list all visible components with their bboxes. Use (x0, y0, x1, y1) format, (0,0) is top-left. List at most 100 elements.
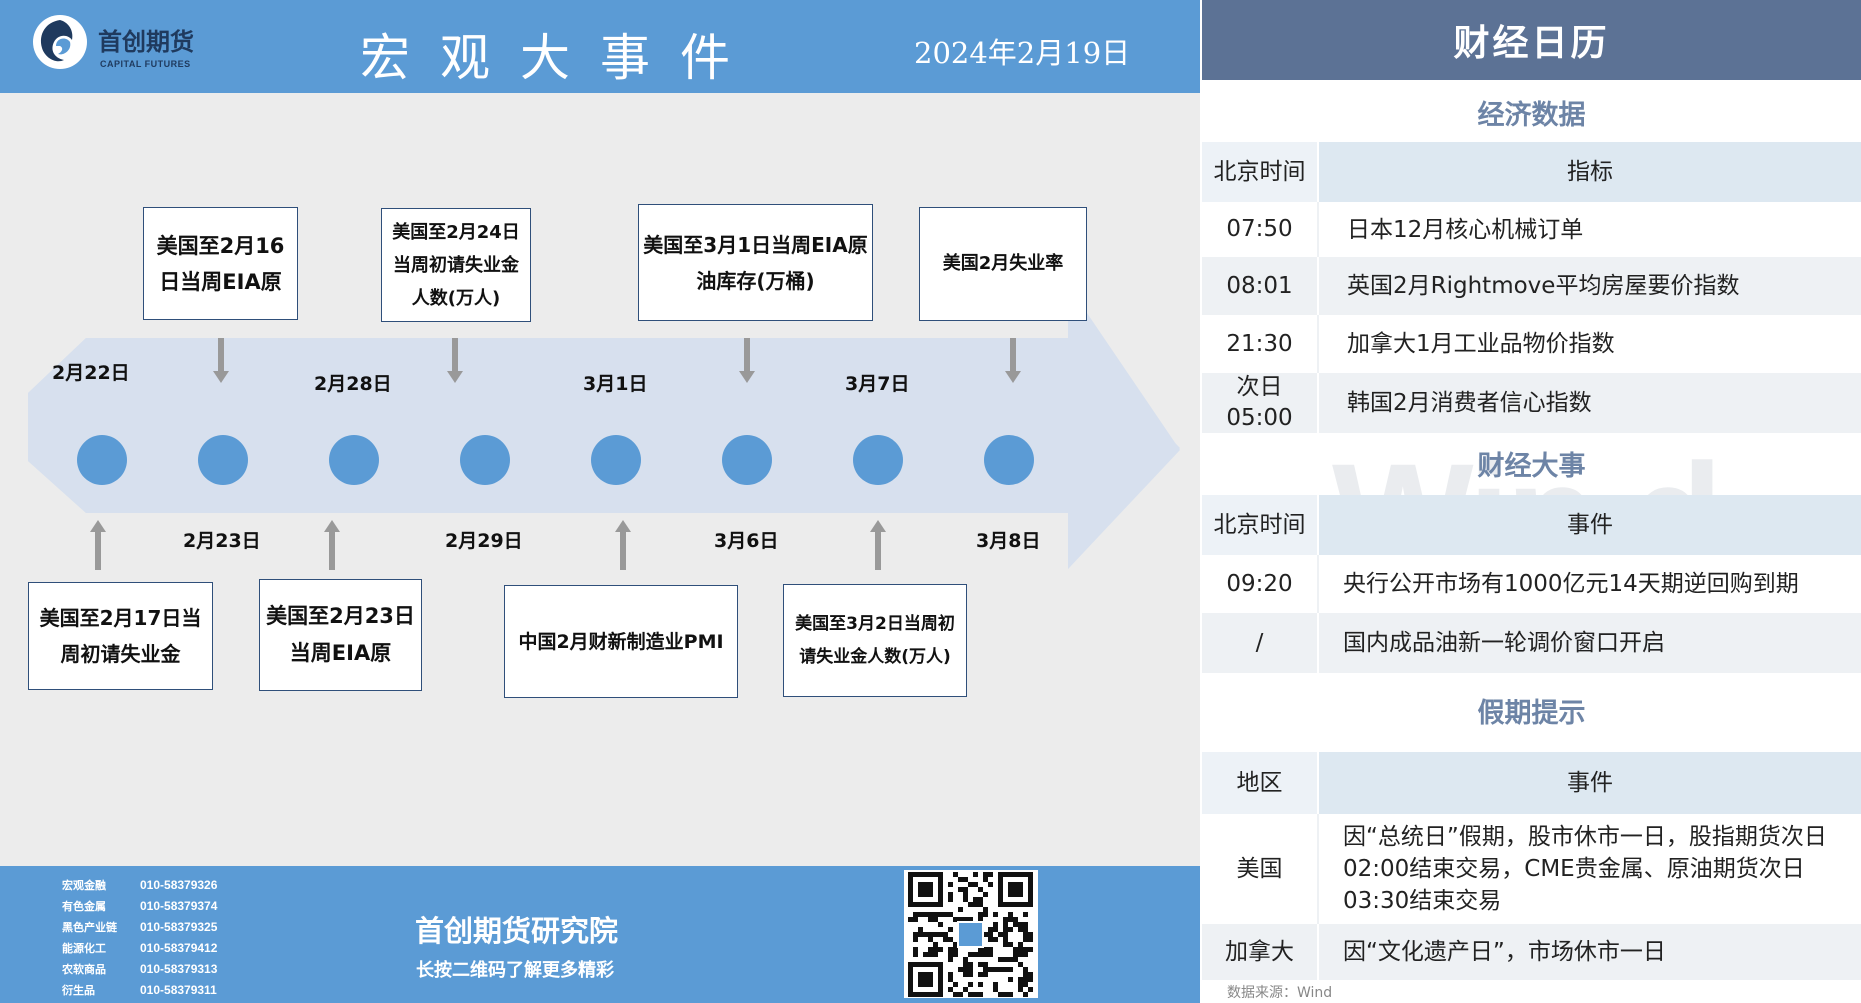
header-time: 北京时间 (1202, 495, 1319, 555)
timeline-date-top: 2月22日 (52, 362, 130, 384)
timeline-date-top: 2月28日 (314, 373, 392, 395)
header-event: 事件 (1567, 512, 1613, 538)
timeline-dot (77, 435, 127, 485)
event-box-bottom: 美国至3月2日当周初请失业金人数(万人) (783, 584, 967, 697)
timeline-date-bottom: 3月8日 (976, 530, 1041, 552)
timeline-date-top: 3月7日 (845, 373, 910, 395)
events-table-header: 北京时间 事件 (1202, 495, 1861, 555)
holiday-item: 因“文化遗产日”，市场休市一日 (1343, 939, 1666, 965)
econ-time: 21:30 (1202, 315, 1319, 373)
event-item: 国内成品油新一轮调价窗口开启 (1343, 630, 1665, 656)
contact-row: 衍生品 010-58379311 (62, 979, 217, 1000)
contact-phone: 010-58379374 (140, 898, 218, 913)
event-box-bottom: 美国至2月17日当周初请失业金 (28, 582, 213, 690)
calendar-title: 财经日历 (1202, 0, 1861, 80)
contact-dept: 黑色产业链 (62, 920, 117, 934)
econ-time: 08:01 (1202, 257, 1319, 315)
econ-row: 次日 05:00 韩国2月消费者信心指数 (1202, 373, 1861, 433)
brand-name-en: CAPITAL FUTURES (100, 59, 191, 69)
econ-row: 07:50 日本12月核心机械订单 (1202, 202, 1861, 257)
holiday-item: 因“总统日”假期，股市休市一日，股指期货次日02:00结束交易，CME贵金属、原… (1343, 824, 1827, 914)
contact-list: 宏观金融 010-58379326 有色金属 010-58379374 黑色产业链 010… (62, 874, 217, 1000)
contact-phone: 010-58379412 (140, 940, 218, 955)
holiday-region: 加拿大 (1202, 924, 1319, 980)
contact-dept: 宏观金融 (62, 878, 106, 892)
event-text: 美国2月失业率 (942, 253, 1064, 274)
econ-item: 加拿大1月工业品物价指数 (1347, 331, 1615, 357)
event-box-top: 美国至2月16日当周EIA原 (143, 207, 298, 320)
event-text: 中国2月财新制造业PMI (518, 630, 724, 653)
timeline-date-top: 3月1日 (583, 373, 648, 395)
contact-row: 黑色产业链 010-58379325 (62, 916, 217, 937)
timeline-date-bottom: 2月29日 (445, 530, 523, 552)
event-text: 美国至2月24日当周初请失业金人数(万人) (392, 221, 520, 309)
capital-futures-logo-icon (33, 15, 87, 69)
footer-bar: 宏观金融 010-58379326 有色金属 010-58379374 黑色产业链 010… (0, 866, 1200, 1003)
event-box-top: 美国至3月1日当周EIA原油库存(万桶) (638, 204, 873, 321)
page-title: 宏观大事件 (360, 29, 760, 87)
page-date: 2024年2月19日 (914, 36, 1131, 70)
econ-row: 21:30 加拿大1月工业品物价指数 (1202, 315, 1861, 373)
contact-dept: 能源化工 (62, 941, 106, 955)
header-time: 北京时间 (1202, 142, 1319, 202)
event-box-bottom: 中国2月财新制造业PMI (504, 585, 738, 698)
econ-item: 韩国2月消费者信心指数 (1347, 390, 1592, 416)
contact-row: 能源化工 010-58379412 (62, 937, 217, 958)
timeline-dot (198, 435, 248, 485)
header-indicator: 指标 (1567, 159, 1613, 185)
macro-events-panel: 首创期货 CAPITAL FUTURES 宏观大事件 2024年2月19日 2月… (0, 0, 1200, 1003)
arrow-up-icon (90, 520, 106, 570)
arrow-up-icon (324, 520, 340, 570)
timeline-dot (984, 435, 1034, 485)
header-event: 事件 (1567, 770, 1613, 796)
contact-row: 宏观金融 010-58379326 (62, 874, 217, 895)
section-title-holidays: 假期提示 (1477, 697, 1586, 729)
contact-phone: 010-58379313 (140, 961, 218, 976)
data-source: 数据来源：Wind (1227, 985, 1333, 1001)
timeline-dot (329, 435, 379, 485)
institute-name: 首创期货研究院 (415, 914, 619, 948)
econ-time: 07:50 (1202, 202, 1319, 257)
econ-time: 次日 05:00 (1202, 373, 1319, 433)
timeline-dot (591, 435, 641, 485)
event-time: 09:20 (1202, 555, 1319, 613)
contact-dept: 农软商品 (62, 962, 106, 976)
econ-table-header: 北京时间 指标 (1202, 142, 1861, 202)
event-time: / (1202, 613, 1319, 673)
section-title-econ: 经济数据 (1477, 99, 1586, 131)
contact-phone: 010-58379326 (140, 877, 218, 892)
arrow-up-icon (870, 520, 886, 570)
header-region: 地区 (1202, 752, 1319, 814)
event-box-top: 美国2月失业率 (919, 207, 1087, 321)
finance-calendar-panel: Win.d 财经日历 经济数据 北京时间 指标 07:50 日本12月核心机械订… (1202, 0, 1861, 1003)
qr-hint-text: 长按二维码了解更多精彩 (416, 960, 614, 981)
contact-phone: 010-58379325 (140, 919, 218, 934)
contact-row: 有色金属 010-58379374 (62, 895, 217, 916)
contact-dept: 有色金属 (62, 899, 106, 913)
event-box-top: 美国至2月24日当周初请失业金人数(万人) (381, 208, 531, 322)
event-row: / 国内成品油新一轮调价窗口开启 (1202, 613, 1861, 673)
econ-item: 日本12月核心机械订单 (1347, 216, 1584, 243)
arrow-up-icon (615, 520, 631, 570)
event-row: 09:20 央行公开市场有1000亿元14天期逆回购到期 (1202, 555, 1861, 613)
contact-phone: 010-58379311 (140, 982, 217, 997)
event-item: 央行公开市场有1000亿元14天期逆回购到期 (1343, 571, 1799, 597)
qr-code-icon[interactable] (904, 870, 1038, 998)
timeline-dot (460, 435, 510, 485)
brand-name: 首创期货 (98, 28, 194, 56)
holiday-row: 美国 因“总统日”假期，股市休市一日，股指期货次日02:00结束交易，CME贵金… (1202, 814, 1861, 924)
event-text: 美国至2月23日当周EIA原 (266, 604, 415, 665)
holiday-region: 美国 (1202, 814, 1319, 924)
econ-row: 08:01 英国2月Rightmove平均房屋要价指数 (1202, 257, 1861, 315)
event-text: 美国至3月1日当周EIA原油库存(万桶) (643, 232, 868, 293)
timeline-dot (722, 435, 772, 485)
timeline-date-bottom: 2月23日 (183, 530, 261, 552)
holiday-row: 加拿大 因“文化遗产日”，市场休市一日 (1202, 924, 1861, 980)
holidays-table-header: 地区 事件 (1202, 752, 1861, 814)
section-title-events: 财经大事 (1477, 450, 1586, 482)
event-text: 美国至2月17日当周初请失业金 (39, 606, 202, 666)
panel-header: 首创期货 CAPITAL FUTURES 宏观大事件 2024年2月19日 (0, 0, 1200, 93)
event-box-bottom: 美国至2月23日当周EIA原 (259, 579, 422, 691)
event-text: 美国至3月2日当周初请失业金人数(万人) (795, 613, 955, 667)
contact-dept: 衍生品 (62, 983, 95, 997)
